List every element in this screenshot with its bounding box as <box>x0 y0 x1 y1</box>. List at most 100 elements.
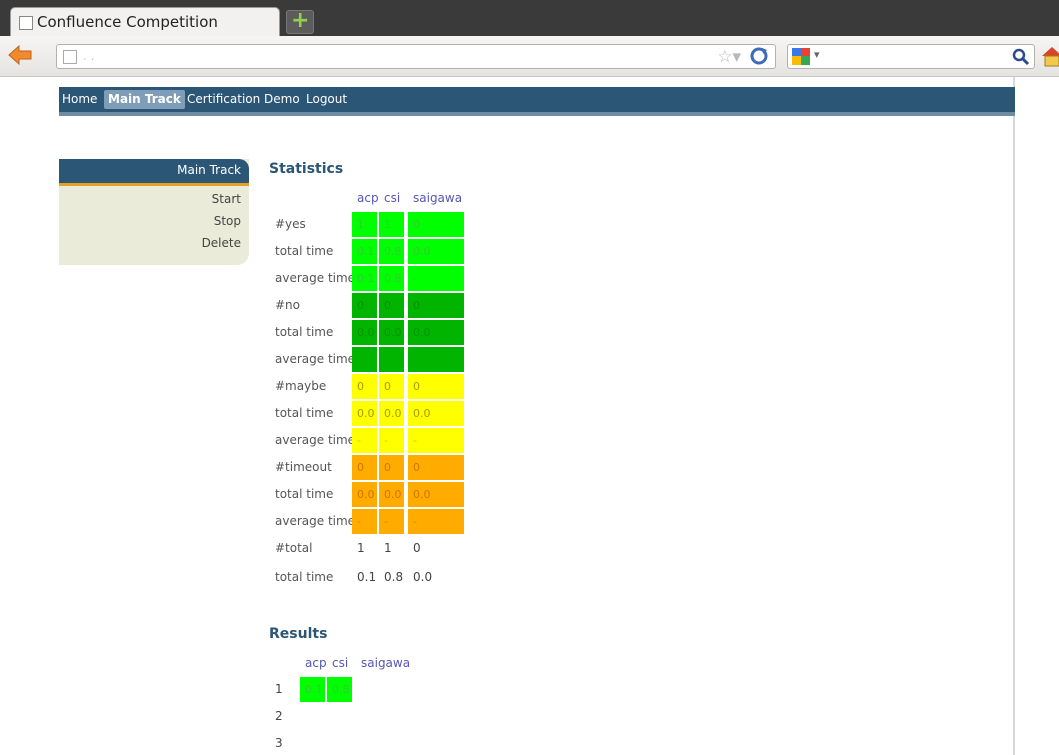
sidebar-link-delete[interactable]: Delete <box>202 236 241 250</box>
statistics-cell: 0.0 <box>352 482 377 507</box>
new-tab-button[interactable]: + <box>286 8 314 34</box>
url-bar[interactable]: . . ☆▾ <box>56 44 776 69</box>
results-column-header: saigawa <box>361 656 411 670</box>
statistics-cell: 0.0 <box>408 239 464 264</box>
statistics-cell: - <box>408 347 464 372</box>
page-content: Home Main Track Certification Demo Logou… <box>0 77 1059 755</box>
statistics-row-label: #no <box>275 298 301 312</box>
search-icon[interactable] <box>1011 47 1030 66</box>
back-arrow-icon <box>8 44 32 66</box>
search-bar[interactable]: ▾ <box>787 44 1035 69</box>
results-row-index: 3 <box>275 736 283 750</box>
reload-icon[interactable] <box>749 46 769 66</box>
statistics-heading: Statistics <box>269 161 344 177</box>
statistics-cell: 0.1 <box>352 266 377 291</box>
statistics-total-value: 0 <box>413 541 421 555</box>
statistics-column-header: saigawa <box>413 191 463 205</box>
statistics-cell: - <box>408 266 464 291</box>
statistics-total-value: 1 <box>357 541 365 555</box>
nav-logout[interactable]: Logout <box>306 90 347 109</box>
search-engine-icon[interactable] <box>792 48 810 65</box>
statistics-column-header: acp <box>357 191 379 205</box>
results-column-header: csi <box>332 656 349 670</box>
results-column-header: acp <box>305 656 327 670</box>
statistics-cell: - <box>408 509 464 534</box>
statistics-cell: 0 <box>408 455 464 480</box>
browser-navbar: . . ☆▾ ▾ <box>0 36 1059 77</box>
statistics-cell: 0.1 <box>352 239 377 264</box>
statistics-cell: 0 <box>352 293 377 318</box>
statistics-cell: - <box>352 428 377 453</box>
statistics-cell: 0.0 <box>408 320 464 345</box>
statistics-cell: 0.8 <box>379 239 404 264</box>
results-row-index: 1 <box>275 682 283 696</box>
sidebar-title: Main Track <box>177 163 241 177</box>
browser-tab[interactable]: Confluence Competition <box>10 7 280 37</box>
statistics-cell: 0 <box>379 455 404 480</box>
statistics-cell: - <box>379 509 404 534</box>
sidebar-header: Main Track <box>59 159 249 186</box>
statistics-total-value: 0.8 <box>384 570 404 584</box>
page-favicon-icon <box>19 16 33 30</box>
statistics-total-label: total time <box>275 570 334 584</box>
statistics-cell: 0 <box>408 374 464 399</box>
statistics-cell: - <box>352 509 377 534</box>
statistics-cell: 0 <box>408 293 464 318</box>
top-navigation: Home Main Track Certification Demo Logou… <box>59 87 1015 116</box>
results-cell[interactable]: 0.8 <box>327 677 352 702</box>
plus-icon: + <box>291 8 310 33</box>
statistics-cell: - <box>379 428 404 453</box>
home-icon[interactable] <box>1040 44 1059 68</box>
url-text: . . <box>83 49 95 63</box>
statistics-cell: - <box>379 347 404 372</box>
nav-certification-demo[interactable]: Certification Demo <box>187 90 300 109</box>
statistics-cell: 0 <box>408 212 464 237</box>
site-identity-icon <box>63 50 77 64</box>
statistics-cell: - <box>408 428 464 453</box>
statistics-cell: 0 <box>379 293 404 318</box>
back-button[interactable] <box>6 42 34 68</box>
statistics-cell: 0.0 <box>408 482 464 507</box>
statistics-total-value: 0.1 <box>357 570 377 584</box>
statistics-cell: 0 <box>352 455 377 480</box>
statistics-row-label: average time <box>275 352 356 366</box>
statistics-column-header: csi <box>384 191 401 205</box>
statistics-row-label: average time <box>275 433 356 447</box>
statistics-cell: 1 <box>352 212 377 237</box>
results-cell[interactable]: 0.1 <box>300 677 325 702</box>
statistics-total-value: 0.0 <box>413 570 433 584</box>
statistics-cell: 0.0 <box>379 482 404 507</box>
statistics-cell: 0.0 <box>408 401 464 426</box>
search-input[interactable]: ▾ <box>814 48 820 61</box>
statistics-row-label: #maybe <box>275 379 327 393</box>
statistics-cell: 0 <box>379 374 404 399</box>
statistics-total-value: 1 <box>384 541 392 555</box>
statistics-cell: 0.0 <box>379 320 404 345</box>
statistics-cell: 0.0 <box>352 401 377 426</box>
statistics-row-label: total time <box>275 406 334 420</box>
results-row-index: 2 <box>275 709 283 723</box>
statistics-row-label: total time <box>275 325 334 339</box>
sidebar-link-start[interactable]: Start <box>212 192 241 206</box>
sidebar: Main Track Start Stop Delete <box>59 159 249 265</box>
statistics-total-label: #total <box>275 541 313 555</box>
statistics-row-label: average time <box>275 271 356 285</box>
statistics-cell: 0 <box>352 374 377 399</box>
statistics-row-label: total time <box>275 487 334 501</box>
nav-main-track[interactable]: Main Track <box>104 90 185 109</box>
tab-title: Confluence Competition <box>37 13 218 31</box>
statistics-cell: 0.0 <box>352 320 377 345</box>
page-scroll-edge <box>1013 77 1015 755</box>
statistics-row-label: #yes <box>275 217 306 231</box>
sidebar-link-stop[interactable]: Stop <box>214 214 241 228</box>
statistics-cell: 0.8 <box>379 266 404 291</box>
statistics-row-label: total time <box>275 244 334 258</box>
statistics-cell: 0.0 <box>379 401 404 426</box>
browser-tabstrip: Confluence Competition + <box>0 0 1059 37</box>
statistics-cell: - <box>352 347 377 372</box>
results-heading: Results <box>269 626 328 642</box>
statistics-cell: 1 <box>379 212 404 237</box>
statistics-row-label: #timeout <box>275 460 332 474</box>
bookmark-star-icon[interactable]: ☆▾ <box>717 47 741 67</box>
nav-home[interactable]: Home <box>62 90 97 109</box>
